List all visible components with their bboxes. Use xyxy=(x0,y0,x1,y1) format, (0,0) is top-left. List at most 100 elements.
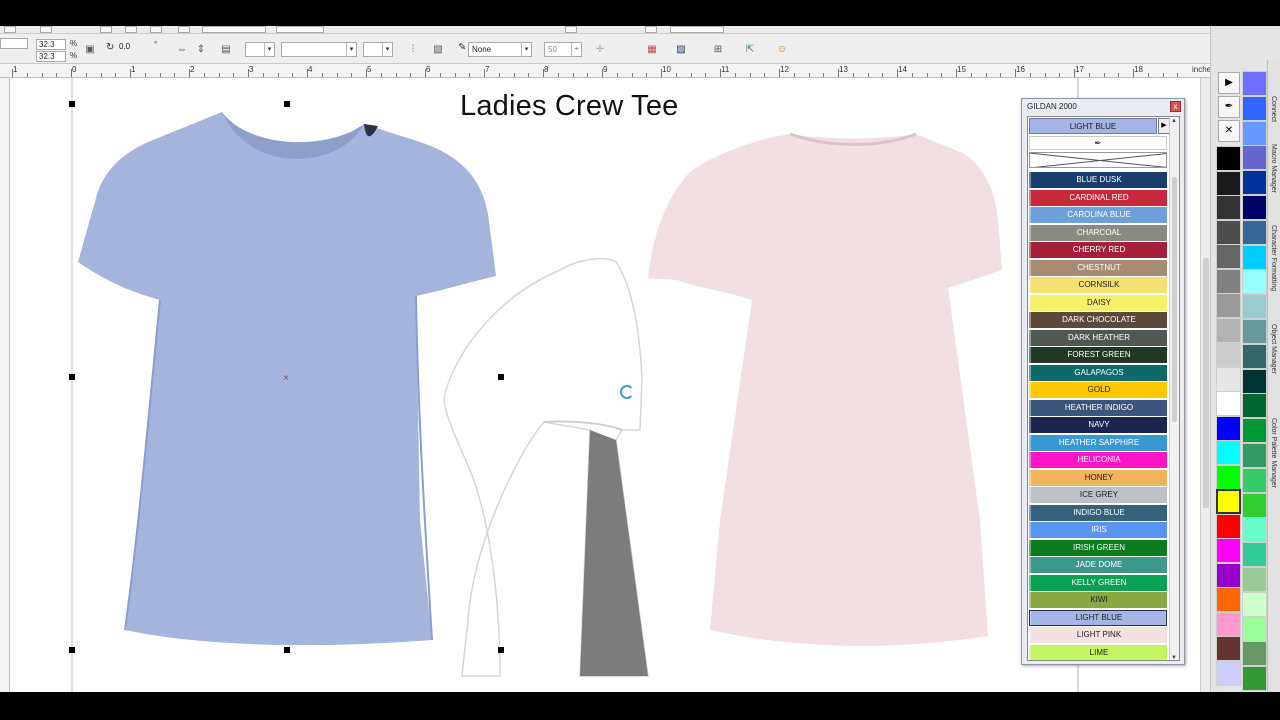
tab-color-palette-manager[interactable]: Color Palette Manager xyxy=(1270,418,1277,488)
palette-color-swatch[interactable] xyxy=(1216,391,1241,416)
swatch-heliconia[interactable]: HELICONIA xyxy=(1029,452,1167,468)
swatch-forest-green[interactable]: FOREST GREEN xyxy=(1029,347,1167,363)
palette-color-swatch[interactable] xyxy=(1242,542,1267,568)
palette-color-swatch[interactable] xyxy=(1216,268,1241,294)
palette-color-swatch[interactable] xyxy=(1242,393,1267,419)
swatch-daisy[interactable]: DAISY xyxy=(1029,294,1167,311)
palette-color-swatch[interactable] xyxy=(1216,317,1241,343)
palette-color-swatch[interactable] xyxy=(1216,587,1241,612)
swatch-kelly-green[interactable]: KELLY GREEN xyxy=(1029,574,1167,591)
swatch-light-blue[interactable]: LIGHT BLUE xyxy=(1029,609,1167,626)
no-color-swatch[interactable] xyxy=(1029,152,1167,168)
current-color-swatch[interactable]: LIGHT BLUE xyxy=(1029,118,1157,134)
back-tee[interactable] xyxy=(648,132,1002,646)
palette-color-swatch[interactable] xyxy=(1242,95,1267,121)
selection-handle[interactable] xyxy=(69,647,75,653)
palette-color-swatch[interactable] xyxy=(1216,440,1241,465)
palette-color-swatch[interactable] xyxy=(1242,269,1267,295)
no-color-icon[interactable]: ✕ xyxy=(1218,120,1240,142)
eyedropper-icon[interactable]: ✒ xyxy=(1029,136,1167,150)
palette-color-swatch[interactable] xyxy=(1242,195,1267,220)
scroll-up-icon[interactable]: ▲ xyxy=(1171,118,1177,124)
swatch-cardinal-red[interactable]: CARDINAL RED xyxy=(1029,189,1167,206)
palette-color-swatch[interactable] xyxy=(1216,513,1241,539)
scroll-thumb[interactable] xyxy=(1172,177,1177,422)
swatch-navy[interactable]: NAVY xyxy=(1029,417,1167,433)
palette-color-swatch[interactable] xyxy=(1242,616,1267,642)
palette-color-swatch[interactable] xyxy=(1242,567,1267,592)
selection-handle[interactable] xyxy=(498,374,504,380)
palette-color-swatch[interactable] xyxy=(1242,244,1267,270)
palette-color-swatch[interactable] xyxy=(1216,342,1241,367)
palette-color-swatch[interactable] xyxy=(1216,293,1241,318)
palette-color-swatch[interactable] xyxy=(1242,319,1267,344)
palette-color-swatch[interactable] xyxy=(1216,489,1241,514)
swatch-dark-chocolate[interactable]: DARK CHOCOLATE xyxy=(1029,312,1167,328)
tab-object-manager[interactable]: Object Manager xyxy=(1270,324,1277,374)
swatch-lime[interactable]: LIME xyxy=(1029,644,1167,660)
palette-color-swatch[interactable] xyxy=(1242,71,1267,96)
palette-color-swatch[interactable] xyxy=(1242,343,1267,369)
palette-color-swatch[interactable] xyxy=(1242,666,1267,692)
palette-color-swatch[interactable] xyxy=(1216,195,1241,220)
swatch-charcoal[interactable]: CHARCOAL xyxy=(1029,224,1167,241)
palette-color-swatch[interactable] xyxy=(1216,636,1241,661)
swatch-cornsilk[interactable]: CORNSILK xyxy=(1029,277,1167,293)
selection-handle[interactable] xyxy=(284,101,290,107)
selection-handle[interactable] xyxy=(284,647,290,653)
scroll-down-icon[interactable]: ▼ xyxy=(1171,655,1177,660)
side-tee[interactable] xyxy=(443,257,649,677)
eyedropper-icon[interactable]: ✒ xyxy=(1218,96,1240,118)
palette-color-swatch[interactable] xyxy=(1216,244,1241,269)
selection-handle[interactable] xyxy=(498,647,504,653)
palette-color-swatch[interactable] xyxy=(1216,415,1241,441)
palette-color-swatch[interactable] xyxy=(1242,219,1267,245)
swatch-carolina-blue[interactable]: CAROLINA BLUE xyxy=(1029,207,1167,223)
swatch-light-pink[interactable]: LIGHT PINK xyxy=(1029,627,1167,643)
swatch-scrollbar[interactable]: ▲ ▼ xyxy=(1169,117,1179,660)
swatch-irish-green[interactable]: IRISH GREEN xyxy=(1029,539,1167,556)
palette-color-swatch[interactable] xyxy=(1242,492,1267,518)
swatch-heather-sapphire[interactable]: HEATHER SAPPHIRE xyxy=(1029,434,1167,451)
swatch-iris[interactable]: IRIS xyxy=(1029,522,1167,538)
palette-color-swatch[interactable] xyxy=(1242,467,1267,493)
palette-color-swatch[interactable] xyxy=(1216,366,1241,392)
swatch-ice-grey[interactable]: ICE GREY xyxy=(1029,487,1167,503)
palette-color-swatch[interactable] xyxy=(1242,368,1267,394)
swatch-dark-heather[interactable]: DARK HEATHER xyxy=(1029,329,1167,346)
tab-connect[interactable]: Connect xyxy=(1270,96,1277,122)
swatch-kiwi[interactable]: KIWI xyxy=(1029,592,1167,608)
swatch-cherry-red[interactable]: CHERRY RED xyxy=(1029,242,1167,258)
palette-color-swatch[interactable] xyxy=(1216,146,1241,171)
swatch-indigo-blue[interactable]: INDIGO BLUE xyxy=(1029,504,1167,521)
palette-color-swatch[interactable] xyxy=(1242,517,1267,543)
palette-color-swatch[interactable] xyxy=(1242,170,1267,196)
swatch-chestnut[interactable]: CHESTNUT xyxy=(1029,259,1167,276)
palette-color-swatch[interactable] xyxy=(1242,418,1267,444)
tab-macro-manager[interactable]: Macro Manager xyxy=(1270,144,1277,193)
swatch-honey[interactable]: HONEY xyxy=(1029,469,1167,486)
palette-color-swatch[interactable] xyxy=(1216,170,1241,196)
palette-color-swatch[interactable] xyxy=(1216,611,1241,637)
palette-color-swatch[interactable] xyxy=(1216,219,1241,245)
tab-character-formatting[interactable]: Character Formatting xyxy=(1270,225,1277,291)
selection-handle[interactable] xyxy=(69,101,75,107)
palette-color-swatch[interactable] xyxy=(1216,660,1241,686)
palette-color-swatch[interactable] xyxy=(1242,591,1267,617)
palette-color-swatch[interactable] xyxy=(1242,641,1267,667)
selection-handle[interactable] xyxy=(69,374,75,380)
swatch-blue-dusk[interactable]: BLUE DUSK xyxy=(1029,172,1167,188)
swatch-heather-indigo[interactable]: HEATHER INDIGO xyxy=(1029,399,1167,416)
palette-color-swatch[interactable] xyxy=(1242,120,1267,146)
rotation-center-marker[interactable]: × xyxy=(283,373,289,384)
palette-color-swatch[interactable] xyxy=(1242,145,1267,171)
docker-close-button[interactable]: x xyxy=(1170,101,1181,112)
palette-color-swatch[interactable] xyxy=(1216,538,1241,563)
pick-tool-icon[interactable]: ▶ xyxy=(1218,72,1240,94)
swatch-galapagos[interactable]: GALAPAGOS xyxy=(1029,364,1167,381)
swatch-jade-dome[interactable]: JADE DOME xyxy=(1029,557,1167,573)
palette-color-swatch[interactable] xyxy=(1242,294,1267,320)
swatch-gold[interactable]: GOLD xyxy=(1029,382,1167,398)
palette-color-swatch[interactable] xyxy=(1216,464,1241,490)
palette-color-swatch[interactable] xyxy=(1242,443,1267,468)
